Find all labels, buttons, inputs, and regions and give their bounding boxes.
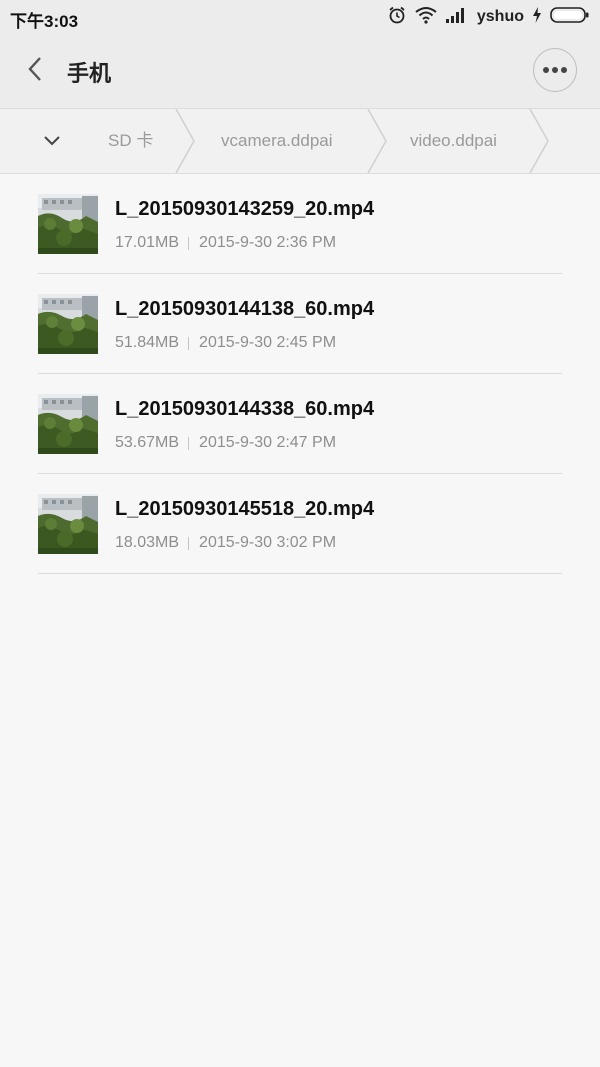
file-date: 2015-9-30 2:47 PM bbox=[199, 434, 337, 451]
wifi-icon bbox=[415, 6, 437, 29]
file-name: L_20150930144138_60.mp4 bbox=[115, 298, 375, 320]
meta-divider bbox=[188, 336, 190, 350]
alarm-icon bbox=[387, 5, 407, 30]
back-button[interactable] bbox=[18, 54, 52, 88]
video-thumbnail bbox=[38, 194, 98, 254]
file-meta: 51.84MB 2015-9-30 2:45 PM bbox=[115, 334, 336, 352]
status-time: 下午3:03 bbox=[10, 12, 79, 31]
file-meta: 53.67MB 2015-9-30 2:47 PM bbox=[115, 434, 336, 452]
video-thumbnail bbox=[38, 394, 98, 454]
battery-icon bbox=[550, 6, 590, 29]
file-list-item[interactable]: L_20150930143259_20.mp4 17.01MB 2015-9-3… bbox=[0, 174, 600, 274]
file-meta: 17.01MB 2015-9-30 2:36 PM bbox=[115, 234, 336, 252]
chevron-down-icon bbox=[43, 133, 61, 151]
carrier-name: yshuo bbox=[476, 8, 524, 25]
file-list: L_20150930143259_20.mp4 17.01MB 2015-9-3… bbox=[0, 174, 600, 574]
breadcrumb: SD 卡 vcamera.ddpai video.ddpai bbox=[0, 108, 600, 174]
video-thumbnail bbox=[38, 294, 98, 354]
meta-divider bbox=[188, 536, 190, 550]
page-title: 手机 bbox=[67, 61, 112, 86]
video-thumbnail bbox=[38, 494, 98, 554]
breadcrumb-separator bbox=[175, 109, 195, 173]
file-list-item[interactable]: L_20150930144338_60.mp4 53.67MB 2015-9-3… bbox=[0, 374, 600, 474]
breadcrumb-toggle[interactable] bbox=[38, 129, 66, 155]
status-bar: 下午3:03 yshuo bbox=[0, 0, 600, 34]
file-size: 51.84MB bbox=[115, 334, 180, 351]
row-divider bbox=[38, 573, 562, 574]
file-name: L_20150930145518_20.mp4 bbox=[115, 498, 375, 520]
meta-divider bbox=[188, 436, 190, 450]
file-date: 2015-9-30 3:02 PM bbox=[199, 534, 337, 551]
chevron-left-icon bbox=[26, 56, 44, 87]
file-list-item[interactable]: L_20150930144138_60.mp4 51.84MB 2015-9-3… bbox=[0, 274, 600, 374]
file-size: 17.01MB bbox=[115, 234, 180, 251]
file-name: L_20150930143259_20.mp4 bbox=[115, 198, 375, 220]
file-name: L_20150930144338_60.mp4 bbox=[115, 398, 375, 420]
file-date: 2015-9-30 2:36 PM bbox=[199, 234, 337, 251]
app-bar: 手机 bbox=[0, 34, 600, 108]
file-size: 18.03MB bbox=[115, 534, 180, 551]
meta-divider bbox=[188, 236, 190, 250]
status-icons: yshuo bbox=[387, 6, 590, 28]
breadcrumb-item-video[interactable]: video.ddpai bbox=[410, 109, 497, 173]
charging-icon bbox=[532, 6, 542, 29]
breadcrumb-separator bbox=[367, 109, 387, 173]
more-options-button[interactable] bbox=[533, 48, 577, 92]
breadcrumb-item-vcamera[interactable]: vcamera.ddpai bbox=[221, 109, 333, 173]
file-size: 53.67MB bbox=[115, 434, 180, 451]
file-date: 2015-9-30 2:45 PM bbox=[199, 334, 337, 351]
more-dots-icon bbox=[542, 61, 568, 79]
breadcrumb-item-sd-card[interactable]: SD 卡 bbox=[108, 109, 153, 173]
signal-icon bbox=[445, 6, 467, 29]
breadcrumb-separator bbox=[529, 109, 549, 173]
file-meta: 18.03MB 2015-9-30 3:02 PM bbox=[115, 534, 336, 552]
file-list-item[interactable]: L_20150930145518_20.mp4 18.03MB 2015-9-3… bbox=[0, 474, 600, 574]
